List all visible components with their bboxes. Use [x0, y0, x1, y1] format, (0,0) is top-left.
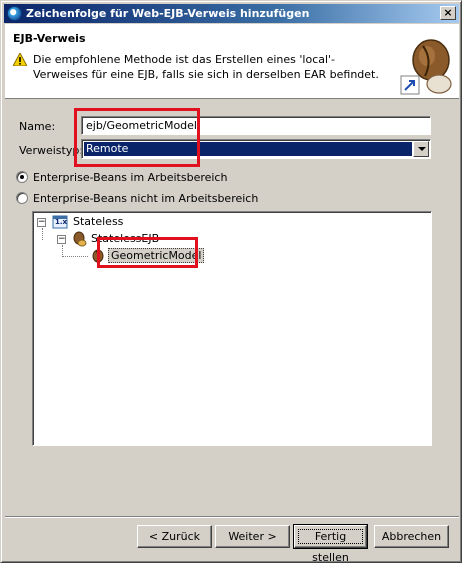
wizard-header: EJB-Verweis Die empfohlene Methode ist d… — [5, 24, 459, 99]
annotation-highlight — [74, 108, 200, 167]
title-bar[interactable]: Zeichenfolge für Web-EJB-Verweis hinzufü… — [4, 4, 459, 23]
eclipse-app-icon — [7, 6, 22, 21]
name-label: Name: — [19, 120, 56, 133]
window-title: Zeichenfolge für Web-EJB-Verweis hinzufü… — [26, 7, 310, 20]
ejb-version-badge: 1.x — [55, 218, 68, 226]
next-button-label: Weiter > — [228, 530, 277, 543]
next-button[interactable]: Weiter > — [215, 525, 290, 548]
back-button[interactable]: < Zurück — [137, 525, 212, 548]
back-button-label: < Zurück — [148, 530, 201, 543]
session-bean-icon — [73, 231, 87, 247]
footer-divider — [5, 517, 459, 518]
workspace-beans-radio[interactable] — [16, 171, 28, 183]
close-button[interactable]: × — [440, 6, 456, 20]
tree-node-stateless[interactable]: Stateless — [73, 215, 123, 228]
workspace-beans-label[interactable]: Enterprise-Beans im Arbeitsbereich — [33, 171, 227, 184]
dropdown-button[interactable] — [413, 141, 429, 157]
finish-button-label: Fertig stellen — [312, 530, 349, 564]
header-message: Die empfohlene Methode ist das Erstellen… — [33, 53, 379, 81]
finish-button[interactable]: Fertig stellen — [293, 524, 368, 564]
collapse-root-icon[interactable]: − — [37, 218, 46, 227]
header-title: EJB-Verweis — [13, 32, 86, 45]
tree-connector — [42, 228, 43, 240]
dialog-window: Zeichenfolge für Web-EJB-Verweis hinzufü… — [0, 0, 462, 564]
tree-connector — [62, 256, 88, 257]
annotation-highlight — [97, 237, 198, 268]
ejb-tree[interactable]: − 1.x Stateless − StatelessEJB Geometric… — [32, 211, 432, 446]
cancel-button-label: Abbrechen — [381, 530, 442, 543]
non-workspace-beans-radio[interactable] — [16, 192, 28, 204]
warning-icon — [13, 53, 27, 66]
non-workspace-beans-label[interactable]: Enterprise-Beans nicht im Arbeitsbereich — [33, 192, 258, 205]
collapse-child-icon[interactable]: − — [57, 235, 66, 244]
chevron-down-icon — [418, 147, 426, 151]
enterprise-bean-icon — [400, 39, 452, 95]
cancel-button[interactable]: Abbrechen — [374, 525, 449, 548]
